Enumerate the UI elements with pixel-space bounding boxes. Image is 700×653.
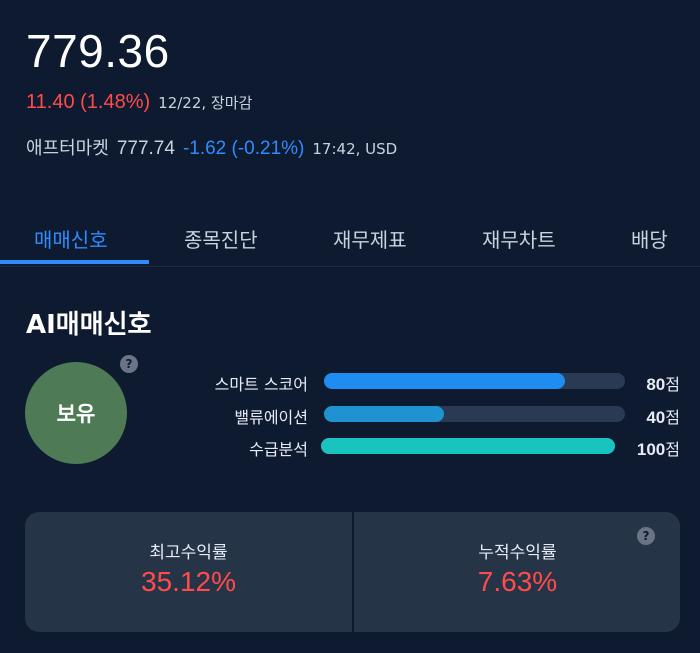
metric-value: 80점 xyxy=(646,375,680,394)
tab-stock-diagnosis[interactable]: 종목진단 xyxy=(184,224,258,253)
aftermarket-time: 17:42, USD xyxy=(312,140,398,158)
metric-bar-track xyxy=(321,438,615,454)
aftermarket-price: 777.74 xyxy=(116,138,175,159)
tab-dividend[interactable]: 배당 xyxy=(631,224,668,253)
cumulative-return-value: 7.63% xyxy=(477,566,558,597)
metric-bar-track xyxy=(324,373,625,389)
max-return-cell: 최고수익률 35.12% xyxy=(25,512,352,632)
aftermarket-line: 애프터마켓 777.74 -1.62 (-0.21%) 17:42, USD xyxy=(26,134,397,160)
tab-financial-charts[interactable]: 재무차트 xyxy=(482,224,556,253)
tab-bar: 매매신호 종목진단 재무제표 재무차트 배당 xyxy=(0,218,700,267)
metric-bar-fill xyxy=(324,406,445,422)
stock-price: 779.36 xyxy=(26,25,170,77)
metric-bar-fill xyxy=(324,373,565,389)
tab-trading-signal[interactable]: 매매신호 xyxy=(34,224,108,253)
metric-row-supply-demand: 수급분석 100점 xyxy=(0,436,700,459)
cumulative-return-cell: 누적수익률 7.63% xyxy=(354,512,680,632)
metric-bar-fill xyxy=(321,438,615,454)
metric-row-smart-score: 스마트 스코어 80점 xyxy=(0,371,700,394)
price-change-line: 11.40 (1.48%) 12/22, 장마감 xyxy=(26,91,252,114)
returns-card: 최고수익률 35.12% 누적수익률 7.63% ? xyxy=(25,512,680,632)
cumulative-return-label: 누적수익률 xyxy=(478,543,557,563)
metric-value: 100점 xyxy=(636,440,680,459)
metric-label: 수급분석 xyxy=(249,440,308,459)
active-tab-indicator xyxy=(0,260,149,264)
metric-label: 밸류에이션 xyxy=(234,408,308,427)
market-status: 12/22, 장마감 xyxy=(158,94,253,112)
metric-row-valuation: 밸류에이션 40점 xyxy=(0,404,700,427)
aftermarket-label: 애프터마켓 xyxy=(26,138,109,159)
metric-value: 40점 xyxy=(646,408,680,427)
max-return-value: 35.12% xyxy=(141,566,236,597)
price-change: 11.40 (1.48%) xyxy=(26,91,151,113)
tab-financial-statements[interactable]: 재무제표 xyxy=(333,224,407,253)
aftermarket-change: -1.62 (-0.21%) xyxy=(182,138,305,159)
max-return-label: 최고수익률 xyxy=(149,543,228,563)
section-title: AI매매신호 xyxy=(26,310,152,340)
returns-help-icon[interactable]: ? xyxy=(637,527,655,545)
metric-label: 스마트 스코어 xyxy=(214,375,308,394)
metric-bar-track xyxy=(324,406,625,422)
